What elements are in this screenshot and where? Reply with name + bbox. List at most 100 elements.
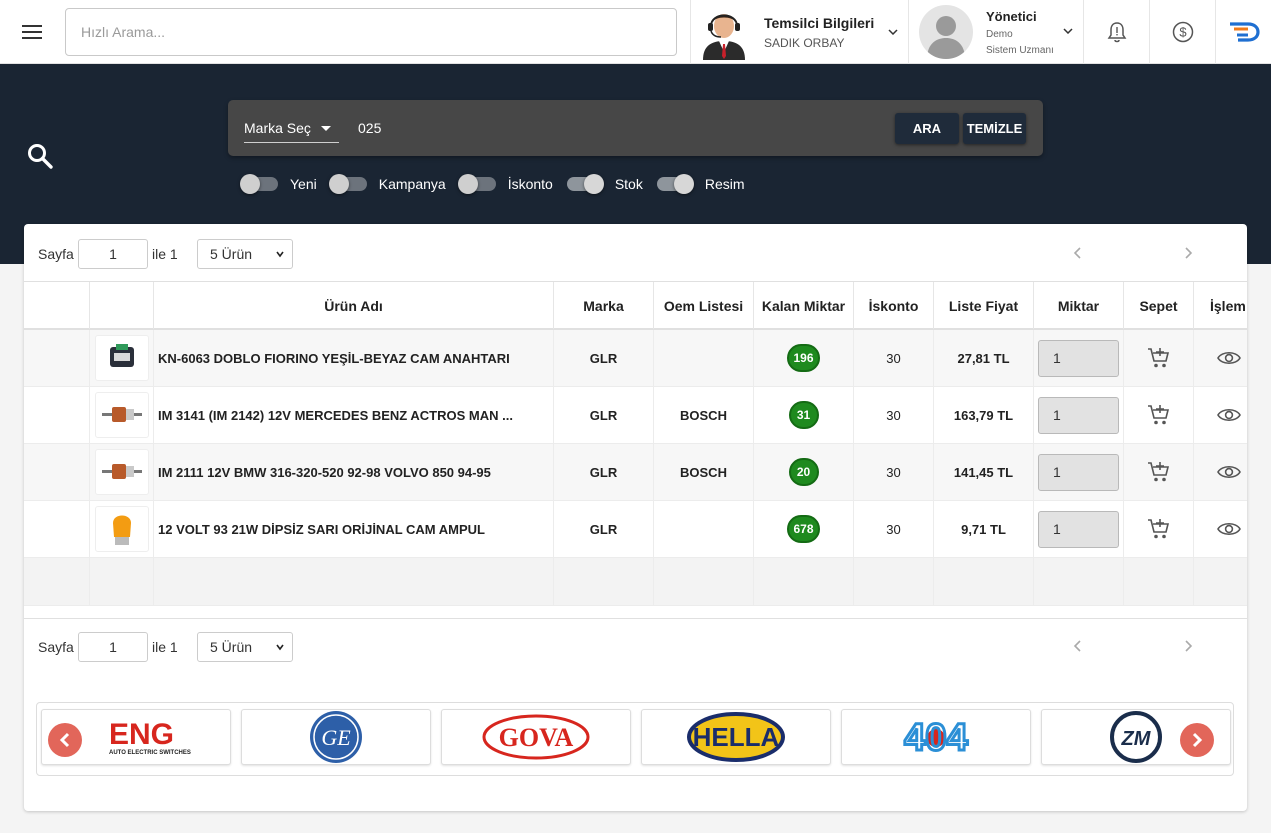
clear-button[interactable]: TEMİZLE bbox=[963, 113, 1026, 144]
add-to-cart-button[interactable] bbox=[1124, 387, 1194, 443]
toggle-switch[interactable] bbox=[656, 174, 694, 194]
page-size-select[interactable]: 5 Ürün bbox=[197, 632, 293, 662]
toggle-switch[interactable] bbox=[328, 174, 367, 194]
product-table: Ürün Adı Marka Oem Listesi Kalan Miktar … bbox=[24, 281, 1247, 606]
top-bar: Temsilci Bilgileri SADIK ORBAY Yönetici … bbox=[0, 0, 1271, 64]
table-header: Ürün Adı Marka Oem Listesi Kalan Miktar … bbox=[24, 281, 1247, 330]
table-row[interactable]: IM 3141 (IM 2142) 12V MERCEDES BENZ ACTR… bbox=[24, 387, 1247, 444]
table-row[interactable]: 12 VOLT 93 21W DİPSİZ SARI ORİJİNAL CAM … bbox=[24, 501, 1247, 558]
add-to-cart-button[interactable] bbox=[1124, 501, 1194, 557]
filter-new[interactable]: Yeni bbox=[240, 174, 317, 194]
product-brand: GLR bbox=[554, 387, 654, 443]
quantity-input[interactable] bbox=[1038, 339, 1119, 377]
column-header-discount[interactable]: İskonto bbox=[854, 282, 934, 329]
column-header-price[interactable]: Liste Fiyat bbox=[934, 282, 1034, 329]
page-number-input[interactable] bbox=[78, 239, 148, 269]
brand-logo[interactable] bbox=[1215, 0, 1271, 64]
brand-logo-hella[interactable]: HELLA bbox=[641, 709, 831, 765]
empty-cell bbox=[554, 558, 654, 605]
cart-add-icon bbox=[1147, 519, 1169, 539]
column-header-name[interactable]: Ürün Adı bbox=[154, 282, 554, 329]
filter-stock[interactable]: Stok bbox=[566, 174, 643, 194]
filter-toggles: Yeni Kampanya İskonto Stok Resim bbox=[240, 172, 759, 196]
chevron-down-icon bbox=[888, 29, 898, 35]
hella-logo: HELLA bbox=[687, 712, 785, 762]
view-detail-button[interactable] bbox=[1194, 387, 1247, 443]
product-discount: 30 bbox=[854, 501, 934, 557]
column-header-brand[interactable]: Marka bbox=[554, 282, 654, 329]
row-select-cell[interactable] bbox=[24, 444, 90, 500]
view-detail-button[interactable] bbox=[1194, 501, 1247, 557]
svg-text:$: $ bbox=[1179, 25, 1187, 40]
svg-text:ZM: ZM bbox=[1121, 728, 1152, 750]
qty-cell bbox=[1034, 330, 1124, 386]
product-name[interactable]: IM 3141 (IM 2142) 12V MERCEDES BENZ ACTR… bbox=[154, 387, 554, 443]
notifications-button[interactable] bbox=[1083, 0, 1149, 64]
column-header-cart: Sepet bbox=[1124, 282, 1194, 329]
column-header-stock[interactable]: Kalan Miktar bbox=[754, 282, 854, 329]
next-page-icon[interactable] bbox=[1180, 638, 1196, 654]
toggle-switch[interactable] bbox=[566, 174, 604, 194]
brand-logo-gova[interactable]: GOVA bbox=[441, 709, 631, 765]
product-image[interactable] bbox=[90, 330, 154, 386]
filter-label: Stok bbox=[614, 176, 643, 192]
page-number-input[interactable] bbox=[78, 632, 148, 662]
filter-image[interactable]: Resim bbox=[656, 174, 745, 194]
prev-page-icon[interactable] bbox=[1070, 638, 1086, 654]
quantity-input[interactable] bbox=[1038, 396, 1119, 434]
row-select-cell[interactable] bbox=[24, 501, 90, 557]
table-row[interactable]: KN-6063 DOBLO FIORINO YEŞİL-BEYAZ CAM AN… bbox=[24, 330, 1247, 387]
brand-logo-404[interactable]: 404 bbox=[841, 709, 1031, 765]
carousel-prev-button[interactable] bbox=[48, 723, 82, 757]
svg-text:404: 404 bbox=[904, 717, 967, 759]
representative-avatar-icon bbox=[703, 14, 745, 60]
admin-user-menu[interactable]: Yönetici Demo Sistem Uzmanı bbox=[908, 0, 1083, 64]
empty-cell bbox=[754, 558, 854, 605]
representative-info[interactable]: Temsilci Bilgileri SADIK ORBAY bbox=[690, 0, 908, 64]
page-label: Sayfa bbox=[38, 639, 74, 655]
product-image[interactable] bbox=[90, 444, 154, 500]
404-logo: 404 bbox=[903, 716, 969, 761]
brand-logo-ge[interactable]: GE bbox=[241, 709, 431, 765]
currency-button[interactable]: $ bbox=[1149, 0, 1215, 64]
page-count-label: ile 1 bbox=[152, 639, 178, 655]
row-select-cell[interactable] bbox=[24, 330, 90, 386]
filter-discount[interactable]: İskonto bbox=[457, 174, 553, 194]
row-select-cell[interactable] bbox=[24, 387, 90, 443]
prev-page-icon[interactable] bbox=[1070, 245, 1086, 261]
chevron-down-icon bbox=[1063, 28, 1073, 34]
add-to-cart-button[interactable] bbox=[1124, 330, 1194, 386]
quantity-input[interactable] bbox=[1038, 453, 1119, 491]
view-detail-button[interactable] bbox=[1194, 330, 1247, 386]
stock-cell: 196 bbox=[754, 330, 854, 386]
table-row[interactable]: IM 2111 12V BMW 316-320-520 92-98 VOLVO … bbox=[24, 444, 1247, 501]
quick-search-input[interactable] bbox=[65, 8, 677, 56]
eye-icon bbox=[1217, 522, 1241, 536]
column-header-oem[interactable]: Oem Listesi bbox=[654, 282, 754, 329]
next-page-icon[interactable] bbox=[1180, 245, 1196, 261]
product-image[interactable] bbox=[90, 501, 154, 557]
cart-add-icon bbox=[1147, 405, 1169, 425]
brand-select[interactable]: Marka Seç bbox=[244, 116, 339, 143]
eng-logo: ENG AUTO ELECTRIC SWITCHES bbox=[109, 718, 191, 756]
svg-text:ENG: ENG bbox=[109, 718, 174, 751]
cart-add-icon bbox=[1147, 462, 1169, 482]
pagination-top: Sayfa ile 1 5 Ürün bbox=[24, 224, 1247, 282]
product-name[interactable]: 12 VOLT 93 21W DİPSİZ SARI ORİJİNAL CAM … bbox=[154, 501, 554, 557]
product-code-input[interactable] bbox=[358, 114, 878, 142]
search-button[interactable]: ARA bbox=[895, 113, 959, 144]
menu-icon[interactable] bbox=[10, 14, 54, 50]
product-name[interactable]: KN-6063 DOBLO FIORINO YEŞİL-BEYAZ CAM AN… bbox=[154, 330, 554, 386]
product-image[interactable] bbox=[90, 387, 154, 443]
filter-campaign[interactable]: Kampanya bbox=[328, 174, 446, 194]
toggle-switch[interactable] bbox=[240, 174, 278, 194]
toggle-switch[interactable] bbox=[457, 174, 496, 194]
add-to-cart-button[interactable] bbox=[1124, 444, 1194, 500]
view-detail-button[interactable] bbox=[1194, 444, 1247, 500]
product-name[interactable]: IM 2111 12V BMW 316-320-520 92-98 VOLVO … bbox=[154, 444, 554, 500]
quantity-input[interactable] bbox=[1038, 510, 1119, 548]
carousel-next-button[interactable] bbox=[1180, 723, 1214, 757]
qty-cell bbox=[1034, 501, 1124, 557]
page-size-select[interactable]: 5 Ürün bbox=[197, 239, 293, 269]
empty-cell bbox=[1124, 558, 1194, 605]
